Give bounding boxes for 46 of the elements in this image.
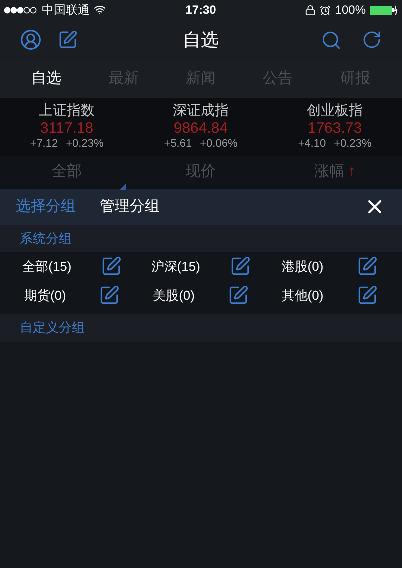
change-header[interactable]: 涨幅 (314, 161, 344, 184)
panel-tab[interactable]: 管理分组 (100, 196, 160, 218)
battery-icon (370, 4, 398, 16)
profile-icon[interactable] (20, 29, 42, 51)
edit-icon[interactable] (230, 256, 251, 277)
index-name: 上证指数 (39, 102, 95, 120)
edit-icon[interactable] (356, 285, 378, 306)
group-filter[interactable]: 全部 (52, 161, 82, 184)
group-label: 其他(0) (282, 286, 324, 305)
index-value: 1763.73 (308, 120, 362, 138)
edit-icon[interactable] (58, 30, 78, 50)
dropdown-corner-icon (120, 184, 126, 190)
group-label: 全部(15) (22, 258, 72, 276)
index-percent: +0.06% (200, 138, 238, 152)
search-icon[interactable] (321, 30, 342, 50)
tab[interactable]: 自选 (20, 64, 74, 94)
signal-icon (4, 6, 38, 14)
lock-icon (305, 4, 316, 16)
edit-icon[interactable] (228, 285, 249, 306)
index-percent: +0.23% (334, 138, 372, 152)
index-change: +5.61 (164, 138, 192, 152)
edit-icon[interactable] (99, 285, 120, 306)
index-change: +4.10 (298, 138, 326, 152)
group-label: 美股(0) (153, 286, 195, 305)
index-name: 创业板指 (307, 102, 363, 120)
group-label: 港股(0) (282, 258, 324, 276)
panel-tab[interactable]: 选择分组 (16, 196, 76, 218)
index-change: +7.12 (30, 138, 58, 152)
refresh-icon[interactable] (362, 30, 382, 50)
page-title: 自选 (183, 28, 219, 52)
price-header[interactable]: 现价 (134, 161, 268, 184)
index-percent: +0.23% (66, 138, 104, 152)
edit-icon[interactable] (101, 256, 122, 277)
index-value: 9864.84 (174, 120, 228, 138)
group-label: 沪深(15) (151, 258, 200, 276)
sort-arrow: ↑ (348, 162, 356, 182)
status-time: 17:30 (186, 2, 216, 19)
battery-percent: 100% (335, 2, 366, 19)
section-title: 系统分组 (20, 230, 72, 248)
index-value: 3117.18 (40, 120, 94, 138)
section-title: 自定义分组 (20, 319, 85, 338)
alarm-icon (320, 4, 332, 16)
carrier-name: 中国联通 (42, 2, 90, 19)
edit-icon[interactable] (356, 256, 378, 277)
index-name: 深证成指 (173, 102, 229, 120)
group-label: 期货(0) (24, 286, 66, 305)
